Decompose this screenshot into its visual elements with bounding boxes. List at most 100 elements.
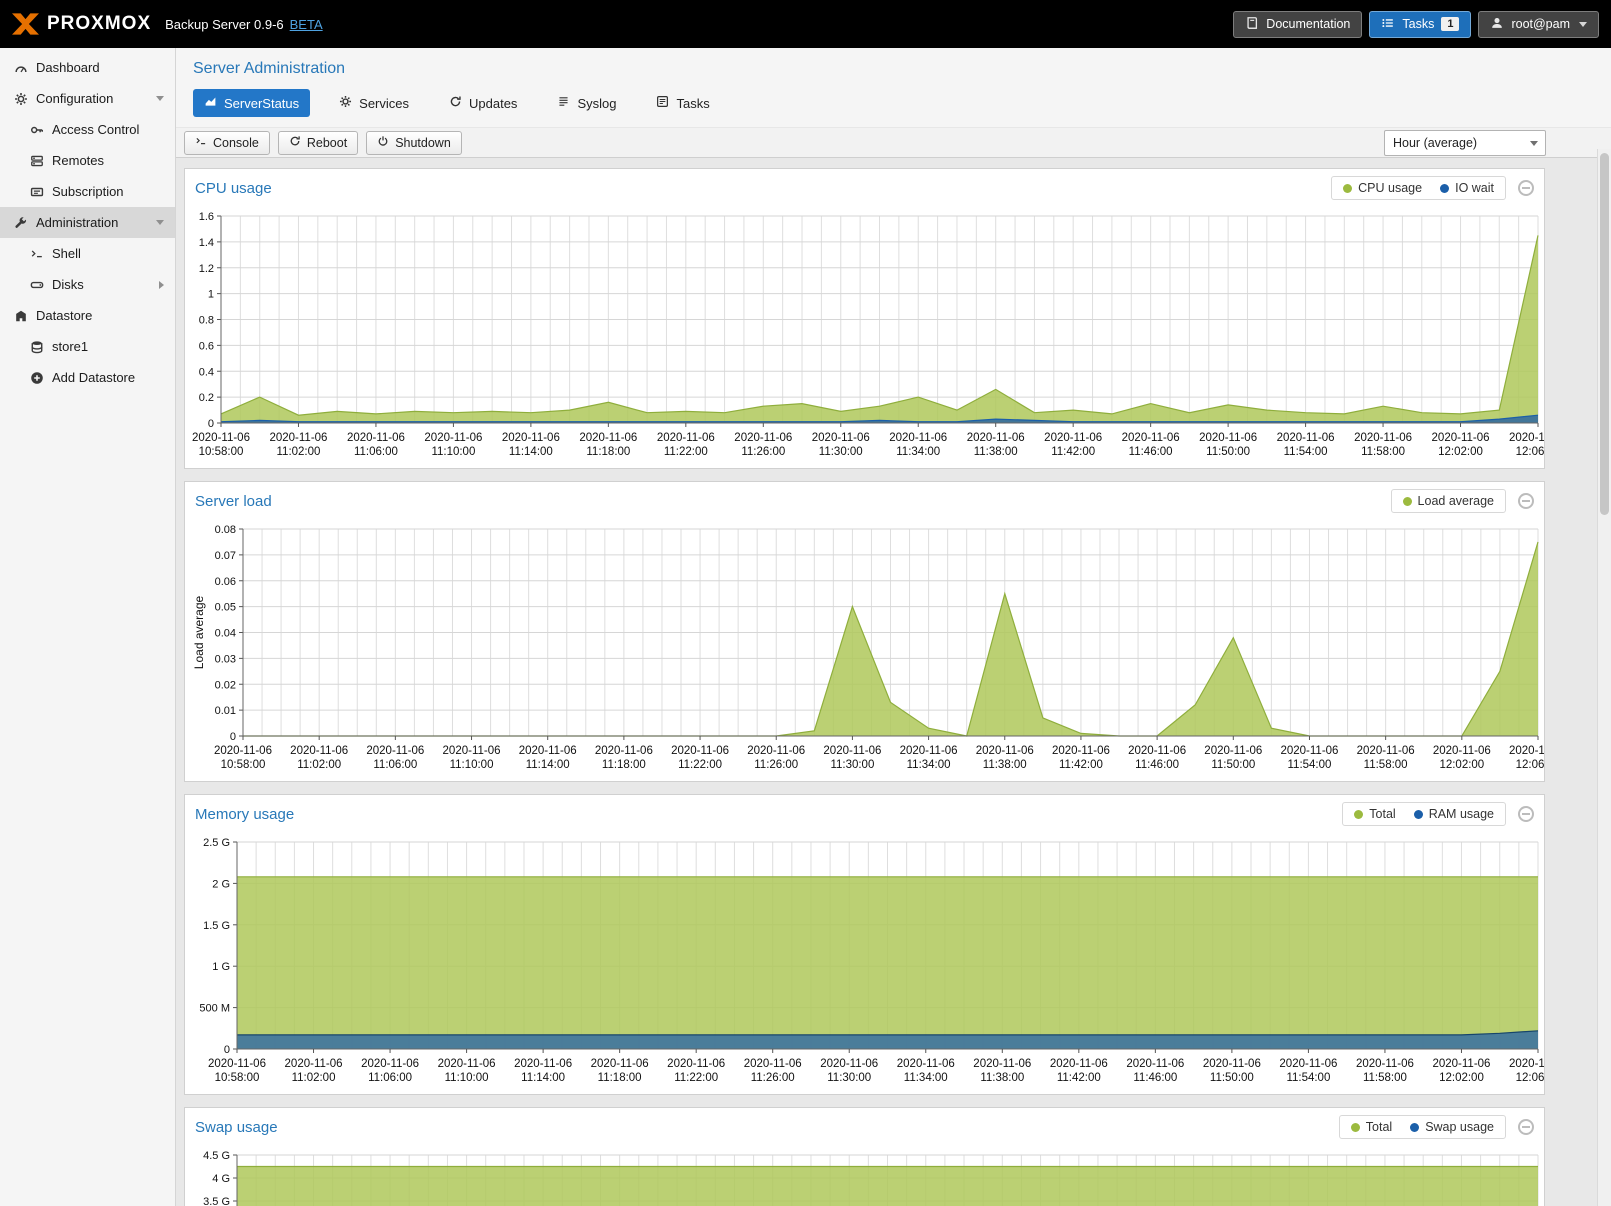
vertical-scrollbar[interactable]: [1597, 149, 1611, 1206]
legend-dot: [1343, 184, 1352, 193]
tab-updates[interactable]: Updates: [438, 89, 528, 117]
swap-usage-panel: Swap usage Total Swap usage 0500 M1 G1.5…: [184, 1107, 1545, 1206]
svg-text:12:06:00: 12:06:00: [1516, 1072, 1544, 1084]
svg-text:11:42:00: 11:42:00: [1051, 446, 1095, 458]
svg-text:0.04: 0.04: [215, 628, 236, 640]
tab-tasks[interactable]: Tasks: [645, 89, 720, 117]
svg-text:1 G: 1 G: [212, 961, 230, 973]
status-toolbar: Console Reboot Shutdown Hour (average): [176, 127, 1611, 158]
key-icon: [28, 123, 45, 137]
chevron-down-icon: [1530, 141, 1538, 146]
collapse-panel-icon[interactable]: [1518, 180, 1534, 196]
svg-text:11:54:00: 11:54:00: [1284, 446, 1328, 458]
terminal-icon: [195, 135, 207, 150]
panel-title: Server load: [195, 493, 272, 510]
collapse-panel-icon[interactable]: [1518, 806, 1534, 822]
shutdown-button[interactable]: Shutdown: [366, 131, 462, 155]
chevron-down-icon[interactable]: [156, 220, 164, 225]
terminal-icon: [28, 247, 45, 261]
svg-text:0.07: 0.07: [215, 550, 236, 562]
sidebar-item-subscription[interactable]: Subscription: [0, 176, 175, 207]
sidebar-item-administration[interactable]: Administration: [0, 207, 175, 238]
svg-text:2020-11-06: 2020-11-06: [1509, 432, 1544, 444]
svg-text:12:02:00: 12:02:00: [1439, 759, 1484, 771]
tab-services[interactable]: Services: [328, 89, 420, 117]
svg-text:11:34:00: 11:34:00: [904, 1072, 948, 1084]
console-label: Console: [213, 136, 259, 150]
svg-text:2020-11-06: 2020-11-06: [208, 1058, 266, 1070]
legend-item: Total: [1354, 807, 1395, 821]
svg-text:2020-11-06: 2020-11-06: [1356, 1058, 1414, 1070]
svg-text:11:46:00: 11:46:00: [1133, 1072, 1177, 1084]
sidebar-item-configuration[interactable]: Configuration: [0, 83, 175, 114]
legend-dot: [1414, 810, 1423, 819]
scrollbar-thumb[interactable]: [1600, 153, 1609, 515]
tasks-button[interactable]: Tasks 1: [1369, 11, 1471, 38]
reboot-button[interactable]: Reboot: [278, 131, 358, 155]
reboot-label: Reboot: [307, 136, 347, 150]
svg-text:11:46:00: 11:46:00: [1129, 446, 1173, 458]
gears-icon: [339, 95, 352, 111]
time-range-select[interactable]: Hour (average): [1384, 130, 1546, 156]
tab-syslog[interactable]: Syslog: [546, 89, 627, 117]
svg-text:2020-11-06: 2020-11-06: [1433, 745, 1491, 757]
svg-text:2020-11-06: 2020-11-06: [1050, 1058, 1108, 1070]
legend-label: Total: [1366, 1120, 1392, 1134]
svg-text:2020-11-06: 2020-11-06: [744, 1058, 802, 1070]
collapse-panel-icon[interactable]: [1518, 493, 1534, 509]
server-load-panel: Server load Load average 00.010.020.030.…: [184, 481, 1545, 782]
svg-text:11:42:00: 11:42:00: [1059, 759, 1103, 771]
svg-text:2020-11-06: 2020-11-06: [897, 1058, 955, 1070]
chevron-right-icon[interactable]: [159, 281, 164, 289]
svg-text:1.5 G: 1.5 G: [203, 920, 230, 932]
sidebar-item-remotes[interactable]: Remotes: [0, 145, 175, 176]
svg-text:0.06: 0.06: [215, 576, 236, 588]
svg-text:2020-11-06: 2020-11-06: [1204, 745, 1262, 757]
legend-dot: [1440, 184, 1449, 193]
sidebar-item-datastore[interactable]: Datastore: [0, 300, 175, 331]
svg-text:11:10:00: 11:10:00: [431, 446, 475, 458]
charts-scroll-area[interactable]: CPU usage CPU usage IO wait 00.20.40.60.…: [176, 158, 1611, 1206]
ticket-icon: [28, 185, 45, 199]
sidebar-item-access-control[interactable]: Access Control: [0, 114, 175, 145]
svg-text:2020-11-06: 2020-11-06: [1279, 1058, 1337, 1070]
beta-link[interactable]: BETA: [290, 17, 323, 32]
svg-text:11:14:00: 11:14:00: [521, 1072, 565, 1084]
tab-label: Updates: [469, 96, 517, 111]
legend-item: RAM usage: [1414, 807, 1494, 821]
tab-serverstatus[interactable]: ServerStatus: [193, 89, 310, 117]
user-menu-button[interactable]: root@pam: [1478, 11, 1599, 38]
svg-text:0: 0: [224, 1044, 230, 1056]
svg-text:11:14:00: 11:14:00: [509, 446, 553, 458]
documentation-label: Documentation: [1266, 17, 1350, 31]
svg-text:12:02:00: 12:02:00: [1438, 446, 1483, 458]
console-button[interactable]: Console: [184, 131, 270, 155]
svg-text:10:58:00: 10:58:00: [221, 759, 266, 771]
svg-text:11:30:00: 11:30:00: [830, 759, 874, 771]
svg-text:2020-11-06: 2020-11-06: [657, 432, 715, 444]
svg-text:2020-11-06: 2020-11-06: [667, 1058, 725, 1070]
svg-text:2020-11-06: 2020-11-06: [1509, 745, 1544, 757]
svg-text:0.08: 0.08: [215, 524, 236, 536]
sidebar-item-shell[interactable]: Shell: [0, 238, 175, 269]
power-icon: [377, 135, 389, 150]
svg-text:2020-11-06: 2020-11-06: [820, 1058, 878, 1070]
svg-text:2.5 G: 2.5 G: [203, 837, 230, 849]
svg-text:0: 0: [230, 731, 236, 743]
sidebar-item-dashboard[interactable]: Dashboard: [0, 52, 175, 83]
documentation-button[interactable]: Documentation: [1233, 11, 1362, 38]
collapse-panel-icon[interactable]: [1518, 1119, 1534, 1135]
sidebar-item-disks[interactable]: Disks: [0, 269, 175, 300]
svg-text:2020-11-06: 2020-11-06: [1432, 1058, 1490, 1070]
svg-text:2020-11-06: 2020-11-06: [192, 432, 250, 444]
legend-dot: [1410, 1123, 1419, 1132]
sidebar-item-add-datastore[interactable]: Add Datastore: [0, 362, 175, 393]
sidebar-item-store1[interactable]: store1: [0, 331, 175, 362]
panel-header: Swap usage Total Swap usage: [185, 1108, 1544, 1145]
svg-text:0.03: 0.03: [215, 653, 236, 665]
chevron-down-icon[interactable]: [156, 96, 164, 101]
chart-legend: Total Swap usage: [1339, 1115, 1506, 1139]
panel-title: Swap usage: [195, 1119, 278, 1136]
list-icon: [557, 95, 570, 111]
brand-wordmark: PROXMOX: [47, 13, 151, 35]
